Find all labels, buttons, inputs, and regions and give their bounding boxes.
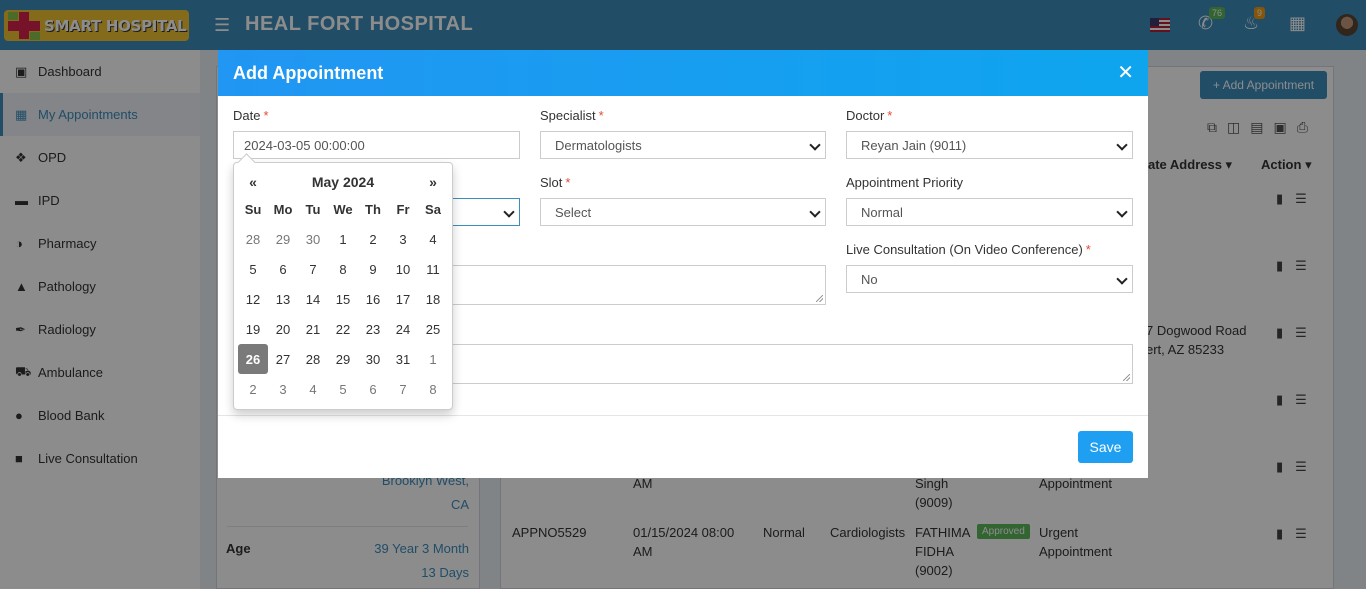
weekday-header-row: Su Mo Tu We Th Fr Sa [238,194,448,224]
day-cell[interactable]: 3 [268,374,298,404]
date-label: Date * [233,108,269,123]
modal-footer-divider [218,415,1148,416]
weekday-label: Th [365,201,381,217]
doctor-label: Doctor * [846,108,893,123]
day-cell[interactable]: 5 [238,254,268,284]
day-cell[interactable]: 25 [418,314,448,344]
modal-header: Add Appointment ✕ [218,50,1148,96]
weekday-label: Sa [425,201,441,217]
day-cell[interactable]: 1 [328,224,358,254]
day-cell[interactable]: 17 [388,284,418,314]
day-cell[interactable]: 7 [298,254,328,284]
week-row: 28 29 30 1 2 3 4 [238,224,448,254]
save-button[interactable]: Save [1078,431,1133,463]
selected-day[interactable]: 26 [238,344,268,374]
day-cell[interactable]: 11 [418,254,448,284]
live-consultation-select[interactable]: No [846,265,1133,293]
priority-select[interactable]: Normal [846,198,1133,226]
day-cell[interactable]: 19 [238,314,268,344]
date-input[interactable]: 2024-03-05 00:00:00 [233,131,520,159]
day-cell[interactable]: 14 [298,284,328,314]
datepicker-header: « May 2024 » [238,167,448,197]
datepicker-grid: Su Mo Tu We Th Fr Sa 28 29 30 1 2 3 4 5 6 7 8 9 10 11 12 13 14 1… [238,194,448,404]
day-cell[interactable]: 27 [268,344,298,374]
day-cell[interactable]: 16 [358,284,388,314]
day-cell[interactable]: 2 [238,374,268,404]
slot-label: Slot * [540,175,571,190]
day-cell[interactable]: 28 [298,344,328,374]
priority-label: Appointment Priority [846,175,964,190]
day-cell[interactable]: 31 [388,344,418,374]
day-cell[interactable]: 30 [358,344,388,374]
day-cell[interactable]: 1 [418,344,448,374]
day-cell[interactable]: 23 [358,314,388,344]
day-cell[interactable]: 9 [358,254,388,284]
day-cell[interactable]: 2 [358,224,388,254]
day-cell[interactable]: 13 [268,284,298,314]
specialist-label: Specialist * [540,108,604,123]
day-cell[interactable]: 24 [388,314,418,344]
week-row: 5 6 7 8 9 10 11 [238,254,448,284]
next-month-button[interactable]: » [418,174,448,190]
day-cell[interactable]: 12 [238,284,268,314]
modal-title: Add Appointment [233,62,384,83]
weekday-label: Mo [273,201,293,217]
day-cell[interactable]: 4 [298,374,328,404]
weekday-label: Tu [305,201,321,217]
close-icon[interactable]: ✕ [1117,63,1134,83]
weekday-label: Fr [396,201,410,217]
day-cell[interactable]: 4 [418,224,448,254]
day-cell[interactable]: 6 [358,374,388,404]
week-row: 12 13 14 15 16 17 18 [238,284,448,314]
day-cell[interactable]: 28 [238,224,268,254]
day-cell[interactable]: 5 [328,374,358,404]
week-row: 19 20 21 22 23 24 25 [238,314,448,344]
weekday-label: We [333,201,353,217]
week-row: 26 27 28 29 30 31 1 [238,344,448,374]
weekday-label: Su [244,201,262,217]
day-cell[interactable]: 20 [268,314,298,344]
day-cell[interactable]: 22 [328,314,358,344]
day-cell[interactable]: 10 [388,254,418,284]
day-cell[interactable]: 7 [388,374,418,404]
day-cell[interactable]: 30 [298,224,328,254]
day-cell[interactable]: 8 [328,254,358,284]
slot-select[interactable]: Select [540,198,826,226]
datepicker: « May 2024 » Su Mo Tu We Th Fr Sa 28 29 30 1 2 3 4 5 6 7… [233,162,453,410]
day-cell[interactable]: 29 [268,224,298,254]
day-cell[interactable]: 18 [418,284,448,314]
day-cell[interactable]: 6 [268,254,298,284]
month-title[interactable]: May 2024 [268,174,418,190]
day-cell[interactable]: 15 [328,284,358,314]
day-cell[interactable]: 3 [388,224,418,254]
specialist-select[interactable]: Dermatologists [540,131,826,159]
day-cell[interactable]: 21 [298,314,328,344]
week-row: 2345678 [238,374,448,404]
day-cell[interactable]: 8 [418,374,448,404]
doctor-select[interactable]: Reyan Jain (9011) [846,131,1133,159]
day-cell[interactable]: 29 [328,344,358,374]
live-consultation-label: Live Consultation (On Video Conference) * [846,242,1091,257]
prev-month-button[interactable]: « [238,174,268,190]
